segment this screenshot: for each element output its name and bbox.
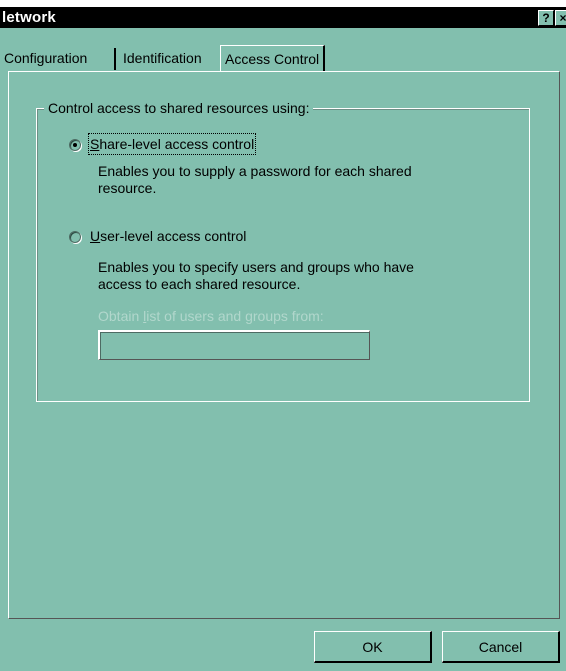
ok-button[interactable]: OK bbox=[314, 631, 432, 663]
groupbox-legend: Control access to shared resources using… bbox=[44, 99, 314, 117]
share-level-description-line2: resource. bbox=[98, 180, 157, 196]
share-level-label[interactable]: Share-level access control bbox=[87, 133, 257, 155]
title-bar[interactable]: letwork ? × bbox=[0, 7, 566, 28]
obtain-list-label-pre: Obtain bbox=[98, 308, 144, 324]
tab-identification[interactable]: Identification bbox=[119, 46, 206, 70]
cancel-button[interactable]: Cancel bbox=[442, 631, 560, 663]
network-properties-dialog: letwork ? × Configuration Identification… bbox=[0, 0, 566, 671]
obtain-list-label-post: ist of users and groups from: bbox=[146, 308, 324, 324]
user-level-label[interactable]: User-level access control bbox=[90, 227, 246, 245]
close-icon: × bbox=[559, 11, 566, 25]
share-level-description-line1: Enables you to supply a password for eac… bbox=[98, 163, 412, 179]
tab-access-control[interactable]: Access Control bbox=[220, 45, 326, 72]
user-level-label-text: ser-level access control bbox=[100, 228, 247, 244]
help-icon: ? bbox=[542, 11, 550, 25]
obtain-list-input-value bbox=[100, 332, 369, 359]
share-level-mnemonic: S bbox=[90, 136, 100, 152]
share-level-label-text: hare-level access control bbox=[99, 136, 255, 152]
share-level-radio[interactable] bbox=[69, 139, 81, 151]
tab-configuration[interactable]: Configuration bbox=[0, 46, 91, 70]
tab-divider bbox=[114, 48, 116, 70]
user-level-description-line2: access to each shared resource. bbox=[98, 276, 301, 292]
help-button[interactable]: ? bbox=[538, 10, 554, 26]
window-title: letwork bbox=[2, 9, 56, 26]
obtain-list-label: Obtain list of users and groups from: bbox=[98, 307, 324, 325]
user-level-mnemonic: U bbox=[90, 228, 101, 244]
obtain-list-input[interactable] bbox=[98, 330, 370, 360]
window-top-edge bbox=[0, 0, 566, 7]
close-button[interactable]: × bbox=[555, 10, 566, 26]
user-level-radio[interactable] bbox=[69, 231, 81, 243]
user-level-description-line1: Enables you to specify users and groups … bbox=[98, 259, 414, 275]
